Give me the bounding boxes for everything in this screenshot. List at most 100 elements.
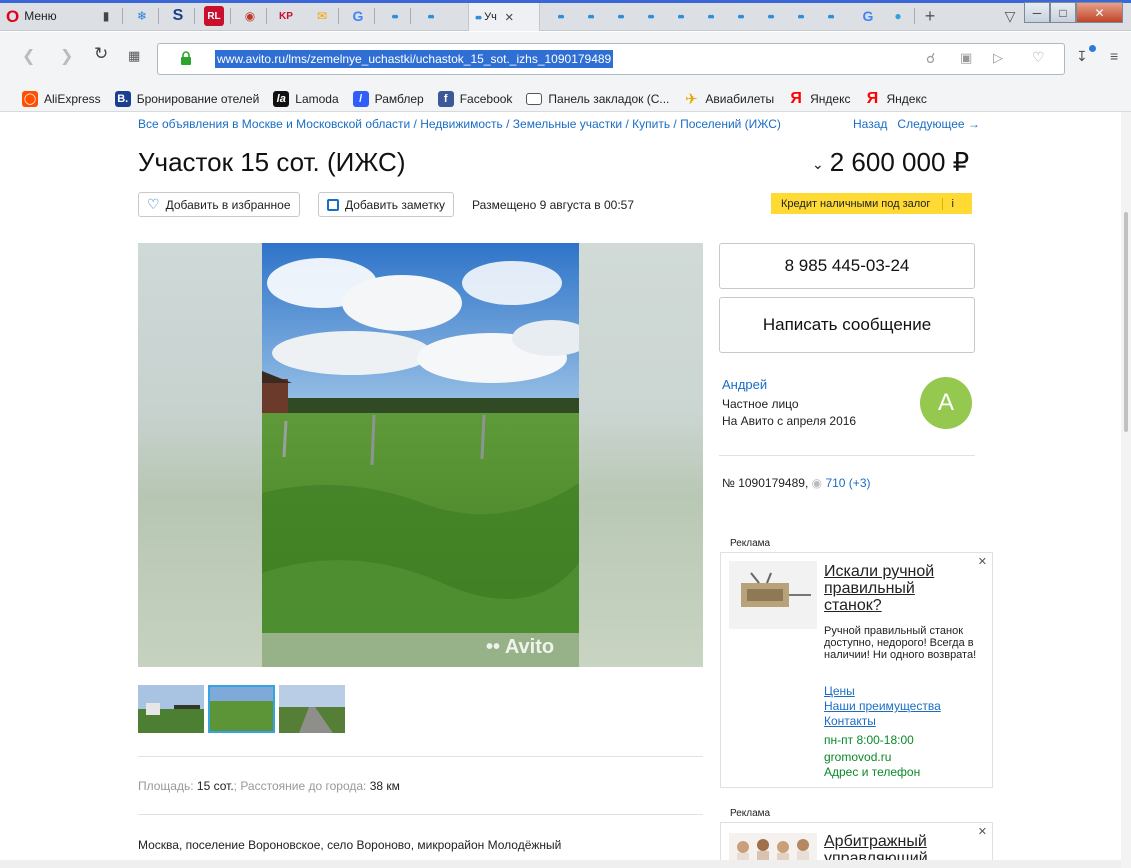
- maximize-window-button[interactable]: □: [1050, 2, 1076, 23]
- download-icon[interactable]: ↧: [1076, 48, 1088, 65]
- rl-tab-icon[interactable]: RL: [204, 6, 224, 26]
- info-icon[interactable]: i: [942, 197, 954, 210]
- avito-tab-icon[interactable]: ••: [550, 6, 570, 26]
- divider: [138, 814, 703, 815]
- new-tab-plus-icon[interactable]: +: [920, 6, 940, 26]
- seller-name[interactable]: Андрей: [722, 377, 767, 392]
- breadcrumb[interactable]: Все объявления в Москве и Московской обл…: [138, 117, 781, 131]
- avito-tab-icon[interactable]: ••: [384, 6, 404, 26]
- bookmark-yandex[interactable]: Я Яндекс: [864, 89, 927, 107]
- avito-watermark: •• Avito: [486, 636, 554, 659]
- ad-link-prices[interactable]: Цены: [824, 684, 855, 698]
- avito-tab-icon[interactable]: ••: [580, 6, 600, 26]
- ad-domain[interactable]: gromovod.ru: [824, 750, 891, 764]
- bookmark-folder[interactable]: Панель закладок (С...: [526, 92, 669, 106]
- avito-tab-icon[interactable]: ••: [820, 6, 840, 26]
- add-note-button[interactable]: Добавить заметку: [318, 192, 454, 217]
- send-icon[interactable]: ▷: [993, 50, 1003, 66]
- close-window-button[interactable]: ✕: [1076, 2, 1123, 23]
- ad-label: Реклама: [730, 538, 771, 549]
- folder-icon: [526, 92, 543, 105]
- back-arrow-icon[interactable]: ❮: [22, 46, 35, 66]
- bookmark-label: Рамблер: [374, 91, 424, 106]
- speed-dial-icon[interactable]: ▦: [128, 48, 140, 64]
- price[interactable]: ⌄ 2 600 000 ₽: [812, 147, 969, 178]
- gallery-thumbnail-selected[interactable]: [208, 685, 275, 733]
- avito-tab-icon[interactable]: ••: [790, 6, 810, 26]
- bookmark-yandex[interactable]: Я Яндекс: [788, 90, 851, 107]
- opera-logo-icon: O: [6, 6, 20, 26]
- avito-tab-icon[interactable]: ••: [730, 6, 750, 26]
- show-phone-button[interactable]: 8 985 445-03-24: [719, 243, 975, 289]
- views-count[interactable]: 710 (+3): [825, 476, 870, 490]
- search-page-icon[interactable]: ☌: [926, 50, 935, 67]
- map-pin-tab-icon[interactable]: ●: [888, 6, 908, 26]
- s-tab-icon[interactable]: S: [168, 6, 188, 26]
- bookmark-aviabilety[interactable]: ✈ Авиабилеты: [683, 91, 774, 108]
- forward-arrow-icon[interactable]: ❯: [60, 46, 73, 66]
- bookmark-label: Яндекс: [886, 91, 927, 106]
- ad-link-advantages[interactable]: Наши преимущества: [824, 699, 941, 713]
- avito-tab-icon[interactable]: ••: [640, 6, 660, 26]
- close-tab-icon[interactable]: ×: [505, 9, 514, 26]
- active-tab[interactable]: •• Уч ×: [468, 3, 540, 31]
- download-badge: [1089, 45, 1096, 52]
- close-ad-icon[interactable]: ✕: [978, 825, 987, 838]
- avatar[interactable]: А: [920, 377, 972, 429]
- divider: [138, 756, 703, 757]
- ad-address-link[interactable]: Адрес и телефон: [824, 765, 920, 779]
- add-to-favorites-button[interactable]: ♡ Добавить в избранное: [138, 192, 300, 217]
- bookmark-lamoda[interactable]: la Lamoda: [273, 90, 339, 107]
- bookmark-booking[interactable]: B. Бронирование отелей: [114, 90, 259, 107]
- back-link[interactable]: Назад: [853, 117, 887, 131]
- google-tab-icon[interactable]: G: [348, 6, 368, 26]
- lock-icon: [181, 51, 191, 65]
- booking-icon: B.: [114, 90, 131, 107]
- avito-tab-icon[interactable]: ••: [700, 6, 720, 26]
- reload-icon[interactable]: ↻: [94, 44, 108, 64]
- listing-address: Москва, поселение Вороновское, село Воро…: [138, 838, 562, 852]
- tab-bar-accent-line: [0, 0, 1131, 3]
- write-message-button[interactable]: Написать сообщение: [719, 297, 975, 353]
- avito-tab-icon[interactable]: ••: [670, 6, 690, 26]
- bookmark-aliexpress[interactable]: ◯ AliExpress: [22, 90, 101, 107]
- horizontal-scrollbar[interactable]: [0, 860, 1121, 868]
- google-tab-icon[interactable]: G: [858, 6, 878, 26]
- ad-block[interactable]: ✕ Искали ручной правильный станок? Ручно…: [720, 552, 993, 788]
- avito-tab-icon[interactable]: ••: [420, 6, 440, 26]
- item-number-value: № 1090179489,: [722, 476, 809, 490]
- credit-banner[interactable]: Кредит наличными под залог i: [771, 193, 972, 214]
- gallery-thumbnail[interactable]: [279, 685, 345, 733]
- thumbnail-house-image: [138, 685, 204, 733]
- main-photo-gallery[interactable]: •• Avito: [138, 243, 703, 667]
- mail-tab-icon[interactable]: ✉: [312, 6, 332, 26]
- scrollbar-thumb[interactable]: [1124, 212, 1128, 432]
- avito-tab-icon[interactable]: ••: [760, 6, 780, 26]
- heart-bookmark-icon[interactable]: ♡: [1032, 49, 1045, 66]
- avito-tab-icon[interactable]: ••: [610, 6, 630, 26]
- ad-title[interactable]: Искали ручной правильный станок?: [824, 563, 974, 614]
- ad-link-contacts[interactable]: Контакты: [824, 714, 876, 728]
- opera-menu-button[interactable]: O Меню: [6, 6, 57, 26]
- next-link[interactable]: Следующее →: [897, 117, 980, 131]
- eye-tab-icon[interactable]: ◉: [240, 6, 260, 26]
- close-ad-icon[interactable]: ✕: [978, 555, 987, 568]
- bookmark-facebook[interactable]: f Facebook: [437, 90, 512, 107]
- ad-hours: пн-пт 8:00-18:00: [824, 733, 914, 747]
- minimize-window-button[interactable]: ─: [1024, 2, 1050, 23]
- photo-blur-left: [138, 243, 262, 667]
- document-tab-icon[interactable]: ▮: [96, 6, 116, 26]
- easy-setup-icon[interactable]: ≡: [1110, 48, 1118, 64]
- camera-icon[interactable]: ▣: [960, 50, 972, 66]
- yandex-icon: Я: [866, 89, 879, 107]
- lamoda-icon: la: [273, 90, 290, 107]
- avito-tab-icon: ••: [475, 9, 482, 25]
- bookmark-rambler[interactable]: / Рамблер: [352, 90, 424, 107]
- snowflake-tab-icon[interactable]: ❄: [132, 6, 152, 26]
- kp-tab-icon[interactable]: KP: [276, 6, 296, 26]
- url-text[interactable]: www.avito.ru/lms/zemelnye_uchastki/uchas…: [215, 50, 614, 68]
- gallery-thumbnail[interactable]: [138, 685, 204, 733]
- bookmark-label: Яндекс: [810, 91, 851, 106]
- tab-menu-icon[interactable]: ▽: [1000, 6, 1020, 26]
- distance-label: Расстояние до города:: [240, 779, 367, 793]
